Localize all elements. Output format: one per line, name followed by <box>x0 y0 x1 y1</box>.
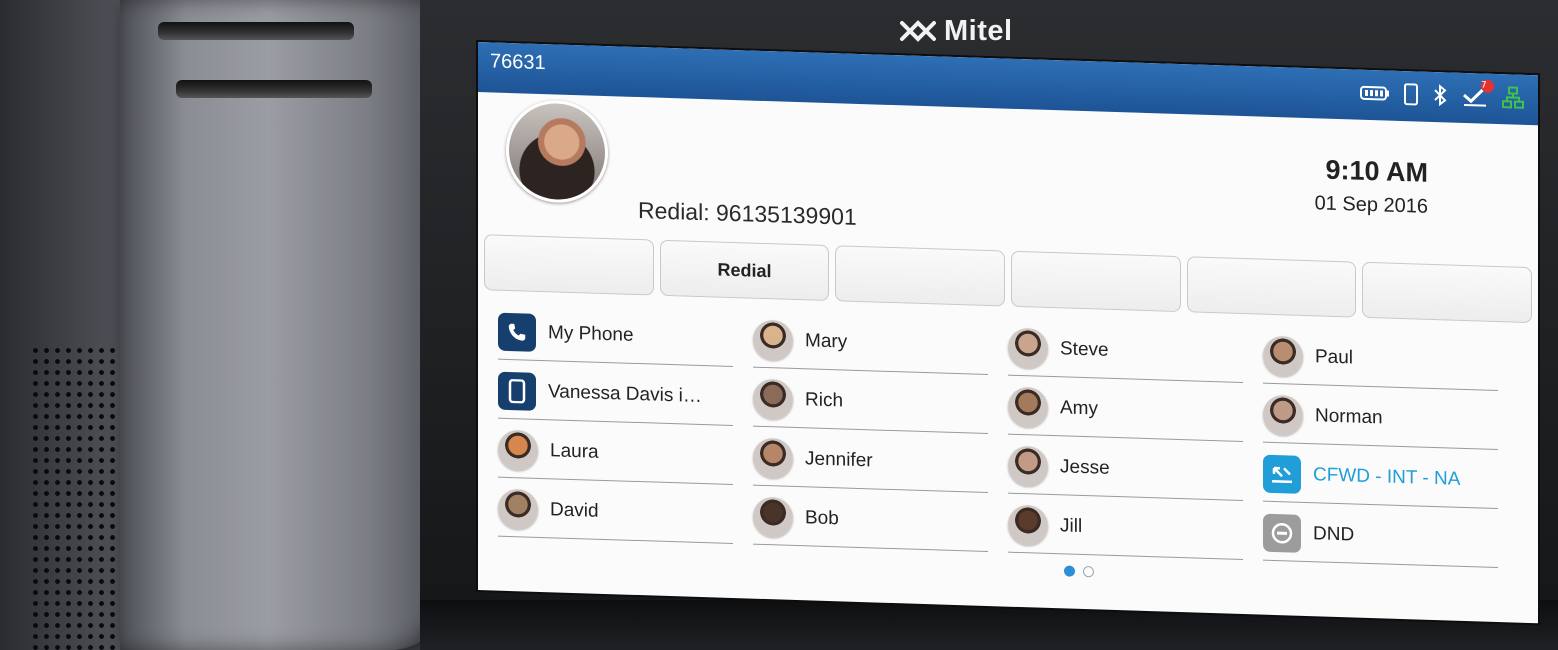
speed-dial-item[interactable]: Paul <box>1263 328 1498 392</box>
contact-avatar <box>1008 504 1048 546</box>
speed-dial-label: Jill <box>1060 515 1083 537</box>
speed-dial-item[interactable]: My Phone <box>498 304 733 368</box>
speed-dial-label: DND <box>1313 523 1355 546</box>
contact-avatar <box>1263 335 1303 377</box>
contact-avatar <box>498 488 538 530</box>
contact-avatar <box>753 378 793 420</box>
softkey-4[interactable] <box>1011 250 1181 313</box>
do-not-disturb-icon <box>1263 513 1301 553</box>
voicemail-icon[interactable]: 7 <box>1462 79 1494 108</box>
speed-dial-item[interactable]: Norman <box>1263 387 1498 451</box>
softkey-1[interactable] <box>484 234 654 296</box>
softkey-5[interactable] <box>1186 256 1357 318</box>
bluetooth-icon <box>1432 84 1448 107</box>
softkey-redial[interactable]: Redial <box>659 239 830 302</box>
extension-number: 76631 <box>490 50 546 75</box>
brand-name: Mitel <box>944 14 1013 47</box>
clock-date: 01 Sep 2016 <box>1314 192 1428 218</box>
contact-avatar <box>1008 327 1048 369</box>
speed-dial-label: Vanessa Davis i… <box>548 381 702 408</box>
mitel-logo-icon <box>900 20 936 42</box>
speed-dial-label: Rich <box>805 389 844 412</box>
phone-icon <box>498 312 536 352</box>
speed-dial-item[interactable]: Jesse <box>1008 438 1243 502</box>
user-avatar <box>506 98 608 205</box>
mobile-phone-icon <box>1404 83 1418 106</box>
speed-dial-label: David <box>550 499 599 522</box>
phone-screen: 76631 7 Redial: 96135139901 9:10 AM 01 S… <box>478 42 1538 624</box>
status-icons: 7 <box>1360 79 1524 109</box>
handset-slot <box>176 80 372 98</box>
speed-dial-label: Jennifer <box>805 448 873 472</box>
speed-dial-label: Mary <box>805 330 848 353</box>
speed-dial-label: Amy <box>1060 397 1098 420</box>
speed-dial-item[interactable]: Amy <box>1008 379 1243 443</box>
speed-dial-label: Bob <box>805 507 839 530</box>
softkey-3[interactable] <box>835 245 1006 307</box>
speed-dial-label: Laura <box>550 440 599 463</box>
brand-logo: Mitel <box>898 14 1013 48</box>
voicemail-count-badge: 7 <box>1481 79 1494 93</box>
page-dot-active[interactable] <box>1064 565 1075 577</box>
network-icon <box>1502 86 1524 109</box>
speed-dial-item[interactable]: Laura <box>498 422 733 486</box>
clock-time: 9:10 AM <box>1325 154 1428 188</box>
contact-avatar <box>1008 386 1048 428</box>
contact-avatar <box>1008 445 1048 487</box>
speed-dial-item[interactable]: DND <box>1263 505 1498 569</box>
page-dot[interactable] <box>1083 566 1094 578</box>
contact-avatar <box>753 437 793 479</box>
contact-avatar <box>753 496 793 538</box>
speed-dial-label: Jesse <box>1060 456 1110 479</box>
mobile-icon <box>498 371 536 411</box>
speed-dial-label: Steve <box>1060 338 1109 361</box>
contact-avatar <box>498 429 538 471</box>
handset-slot <box>158 22 354 40</box>
speed-dial-item[interactable]: Jennifer <box>753 430 988 494</box>
speed-dial-item[interactable]: David <box>498 481 733 545</box>
speed-dial-item[interactable]: Steve <box>1008 320 1243 384</box>
softkey-6[interactable] <box>1362 261 1533 324</box>
speed-dial-grid: My Phone Mary Steve Paul Vanessa Davis i… Ric… <box>498 304 1498 569</box>
speed-dial-item[interactable]: Rich <box>753 371 988 435</box>
redial-number: Redial: 96135139901 <box>638 197 857 230</box>
speed-dial-label: My Phone <box>548 322 634 346</box>
contact-avatar <box>753 319 793 361</box>
page-indicator <box>1064 565 1094 578</box>
speed-dial-item[interactable]: Bob <box>753 489 988 553</box>
contact-avatar <box>1263 394 1303 436</box>
battery-icon <box>1360 85 1390 102</box>
call-forward-icon <box>1263 454 1301 494</box>
speed-dial-item[interactable]: Mary <box>753 312 988 376</box>
speed-dial-item[interactable]: Jill <box>1008 497 1243 561</box>
handset[interactable] <box>120 0 450 650</box>
speed-dial-label: CFWD - INT - NA <box>1313 464 1461 490</box>
speed-dial-item[interactable]: Vanessa Davis i… <box>498 363 733 427</box>
speed-dial-label: Paul <box>1315 346 1354 369</box>
speed-dial-item[interactable]: CFWD - INT - NA <box>1263 446 1498 510</box>
speed-dial-label: Norman <box>1315 405 1383 429</box>
